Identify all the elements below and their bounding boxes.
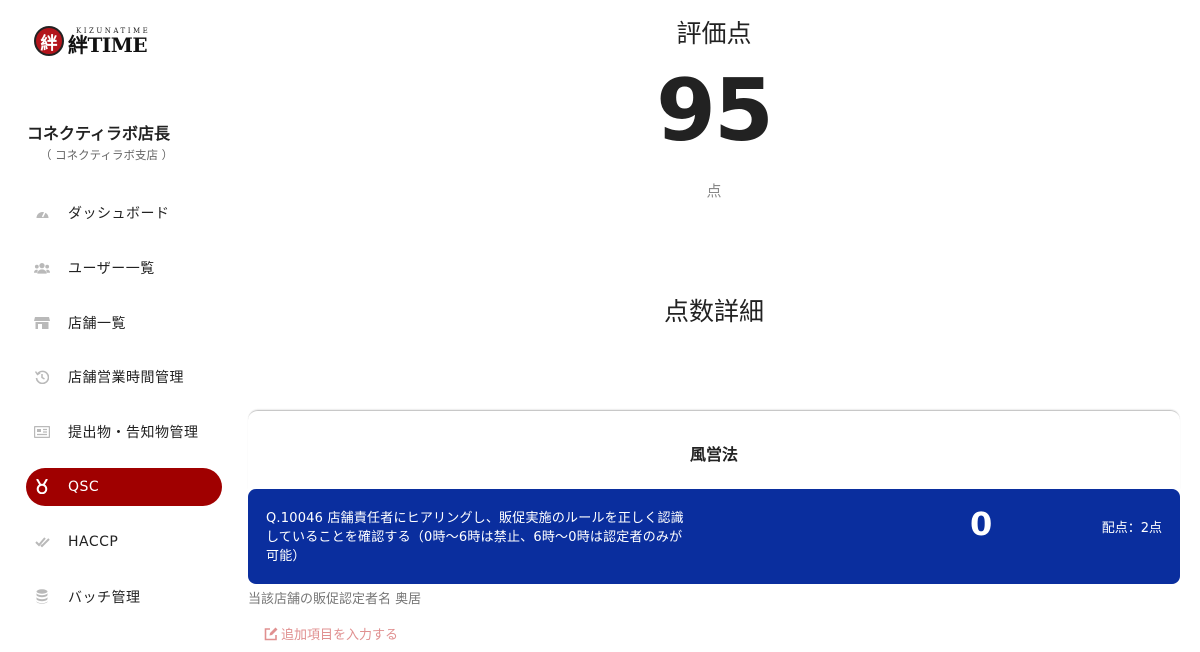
score-value: 95	[656, 61, 774, 161]
users-icon	[34, 260, 50, 276]
sidebar: 絆 KIZUNATIME 絆TIME コネクティラボ店長 （ コネクティラボ支店…	[0, 0, 238, 652]
logo-mark-icon: 絆	[34, 26, 64, 56]
sidebar-item-label: 提出物・告知物管理	[68, 425, 199, 442]
sidebar-item-label: バッチ管理	[68, 589, 141, 606]
sidebar-item-users[interactable]: ユーザー一覧	[26, 249, 222, 287]
add-item-link[interactable]: 追加項目を入力する	[264, 624, 398, 643]
sidebar-item-label: QSC	[68, 478, 100, 495]
sidebar-item-label: ダッシュボード	[68, 206, 170, 222]
history-icon	[34, 369, 50, 385]
store-icon	[34, 315, 50, 331]
sidebar-item-store-hours[interactable]: 店舗営業時間管理	[26, 358, 222, 396]
medal-icon	[34, 479, 50, 495]
check-double-icon	[34, 534, 50, 550]
detail-title: 点数詳細	[663, 297, 764, 326]
question-note: 当該店舗の販促認定者名 奥居	[248, 592, 422, 607]
sidebar-nav: ダッシュボード ユーザー一覧 店舗一覧 店舗営業時間管理 提出物・告知物管理 Q…	[26, 194, 222, 632]
section-title: 風営法	[689, 445, 738, 464]
sidebar-item-stores[interactable]: 店舗一覧	[26, 304, 222, 342]
main-content: 評価点 95 点 点数詳細 風営法 Q.10046 店舗責任者にヒアリングし、販…	[238, 0, 1200, 652]
user-store: （ コネクティラボ支店 ）	[40, 148, 174, 162]
sidebar-item-batch[interactable]: バッチ管理	[26, 578, 222, 616]
sidebar-item-haccp[interactable]: HACCP	[26, 523, 222, 561]
logo-title: 絆TIME	[68, 32, 148, 57]
question-row[interactable]: Q.10046 店舗責任者にヒアリングし、販促実施のルールを正しく認識しているこ…	[248, 489, 1180, 584]
newspaper-icon	[34, 424, 50, 440]
sidebar-item-label: 店舗一覧	[68, 315, 126, 332]
dashboard-icon	[34, 205, 50, 221]
sidebar-item-qsc[interactable]: QSC	[26, 467, 222, 506]
user-name: コネクティラボ店長	[27, 124, 171, 143]
add-item-label: 追加項目を入力する	[281, 628, 399, 643]
question-text: Q.10046 店舗責任者にヒアリングし、販促実施のルールを正しく認識しているこ…	[266, 511, 684, 564]
edit-icon	[264, 627, 278, 641]
sidebar-item-label: HACCP	[68, 533, 119, 550]
sidebar-item-label: ユーザー一覧	[68, 260, 155, 277]
sidebar-item-label: 店舗営業時間管理	[68, 370, 184, 387]
question-score: 0	[970, 505, 993, 543]
logo-text: KIZUNATIME 絆TIME	[68, 27, 150, 57]
sidebar-item-submissions[interactable]: 提出物・告知物管理	[26, 413, 222, 451]
score-unit: 点	[706, 182, 722, 200]
app-logo[interactable]: 絆 KIZUNATIME 絆TIME	[34, 26, 150, 56]
score-title: 評価点	[676, 19, 752, 48]
sidebar-item-dashboard[interactable]: ダッシュボード	[26, 194, 222, 232]
database-icon	[34, 589, 50, 605]
question-points: 配点：2点	[1101, 521, 1162, 536]
